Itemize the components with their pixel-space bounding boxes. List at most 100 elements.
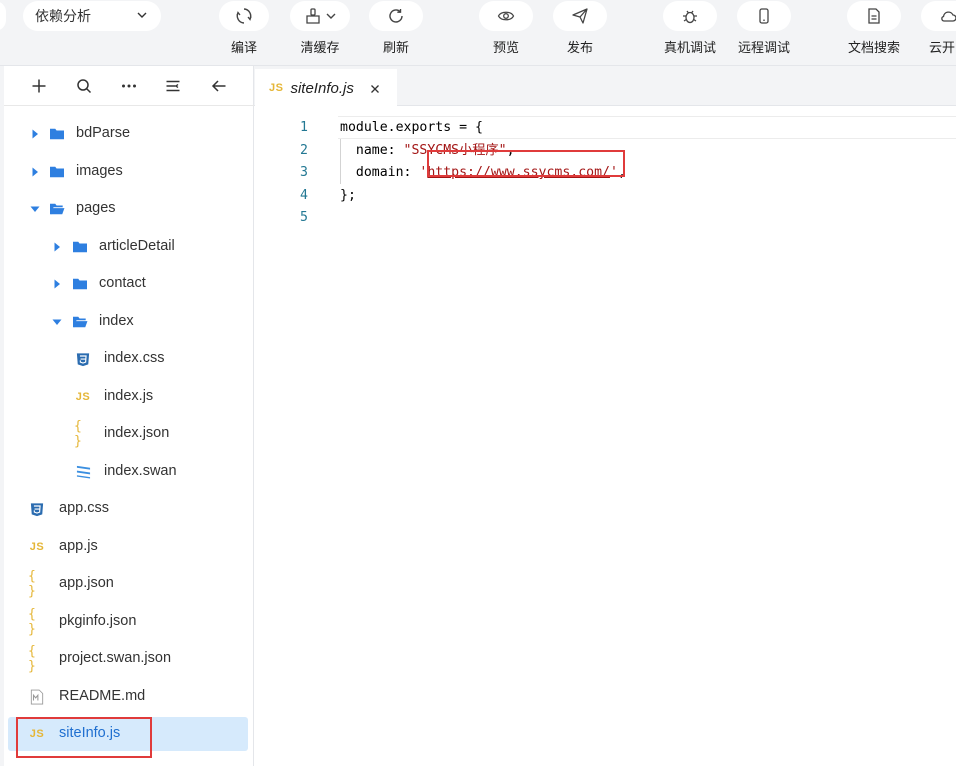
preview-label: 预览: [492, 40, 519, 55]
line-number: 2: [300, 142, 308, 158]
caret-right-icon[interactable]: [52, 242, 62, 252]
tab-siteinfo[interactable]: JS siteInfo.js: [255, 69, 397, 107]
more-dots-icon: [122, 84, 136, 88]
tree-item-label: siteInfo.js: [59, 725, 121, 741]
js-file-icon: JS: [269, 82, 284, 94]
more-actions-button[interactable]: [118, 75, 140, 97]
code-text: name: "SSYCMS小程序",: [340, 139, 515, 162]
arrow-left-icon: [211, 80, 226, 92]
folder-open-icon: [48, 201, 66, 217]
tree-item[interactable]: images: [4, 155, 254, 189]
tab-label: siteInfo.js: [290, 79, 354, 97]
code-string: ': [609, 165, 618, 180]
doc-search-label: 文档搜索: [847, 40, 900, 55]
code-token: };: [340, 187, 356, 203]
code-line: 4};: [254, 184, 956, 207]
toolbar-edge-button[interactable]: [0, 1, 6, 31]
publish-button[interactable]: 发布: [553, 1, 607, 56]
caret-down-icon[interactable]: [52, 317, 62, 327]
cloud-dev-button[interactable]: 云开: [921, 1, 956, 56]
tree-item[interactable]: contact: [4, 267, 254, 301]
js-file-icon: JS: [75, 390, 91, 403]
code-token: ,: [617, 165, 626, 180]
refresh-button[interactable]: 刷新: [369, 1, 423, 56]
code-string: "SSYCMS小程序": [403, 142, 507, 158]
code-text: domain: 'https://www.ssycms.com/',: [340, 161, 626, 184]
folder-open-icon: [71, 314, 89, 330]
folder-icon: [48, 126, 66, 142]
tree-item-label: bdParse: [76, 125, 131, 141]
plus-icon: [32, 79, 46, 93]
tree-item-label: articleDetail: [99, 237, 175, 254]
tree-item[interactable]: index.swan: [4, 455, 254, 489]
broom-icon: [306, 8, 320, 24]
tree-item[interactable]: README.md: [4, 680, 254, 714]
code-text: };: [340, 184, 356, 207]
refresh-label: 刷新: [382, 40, 409, 55]
code-token: ,: [506, 142, 515, 158]
tree-item-label: index.js: [104, 387, 154, 404]
hide-sidebar-button[interactable]: [208, 75, 230, 97]
tree-item-label: index.css: [104, 350, 165, 366]
tree-item[interactable]: { } pkginfo.json: [4, 605, 254, 639]
compile-label: 编译: [230, 40, 257, 55]
tree-item-label: pkginfo.json: [59, 612, 137, 629]
bug-icon: [683, 10, 697, 24]
tree-item[interactable]: articleDetail: [4, 230, 254, 264]
clear-cache-button[interactable]: 清缓存: [290, 1, 350, 56]
tree-item[interactable]: index.css: [4, 342, 254, 376]
compile-button[interactable]: 编译: [219, 1, 269, 56]
preview-button[interactable]: 预览: [479, 1, 533, 56]
code-text: module.exports = {: [340, 116, 483, 139]
tree-item-label: app.json: [59, 575, 114, 591]
code-link[interactable]: https://www.ssycms.com/: [427, 165, 610, 180]
tree-item[interactable]: { } app.json: [4, 567, 254, 601]
send-icon: [572, 8, 588, 24]
close-icon[interactable]: [369, 83, 381, 95]
publish-label: 发布: [566, 40, 593, 55]
tree-item[interactable]: bdParse: [4, 117, 254, 151]
caret-right-icon[interactable]: [30, 129, 40, 139]
css-file-icon: [28, 501, 46, 517]
collapse-all-button[interactable]: [162, 75, 184, 97]
js-file-icon: JS: [29, 540, 45, 553]
refresh-icon: [389, 9, 403, 23]
mode-select-value: 依赖分析: [35, 8, 91, 24]
json-file-icon: { }: [74, 419, 82, 449]
doc-search-button[interactable]: 文档搜索: [847, 1, 901, 56]
device-debug-label: 真机调试: [663, 40, 716, 55]
remote-debug-button[interactable]: 远程调试: [737, 1, 791, 56]
new-file-button[interactable]: [28, 75, 50, 97]
caret-right-icon[interactable]: [30, 167, 40, 177]
tree-item-label: app.css: [59, 500, 109, 516]
cloud-dev-label: 云开: [929, 40, 956, 55]
top-toolbar: 依赖分析 编译 清缓存 刷新 预览 发布 真机调试 远程调试 文档搜索 云开: [0, 0, 956, 66]
tree-item-label: README.md: [59, 687, 146, 704]
caret-right-icon[interactable]: [52, 279, 62, 289]
tree-item[interactable]: pages: [4, 192, 254, 226]
tree-item[interactable]: JS siteInfo.js: [8, 717, 248, 751]
tree-item-label: index.json: [104, 425, 170, 441]
caret-down-icon[interactable]: [30, 204, 40, 214]
tree-item[interactable]: JS app.js: [4, 530, 254, 564]
tree-item[interactable]: { } project.swan.json: [4, 642, 254, 676]
phone-icon: [759, 8, 769, 24]
code-token: domain:: [340, 165, 420, 180]
mode-select[interactable]: 依赖分析: [23, 1, 161, 31]
code-line: 2 name: "SSYCMS小程序",: [254, 139, 956, 162]
js-file-icon: JS: [29, 728, 45, 740]
chevron-down-icon: [326, 13, 336, 19]
tree-item[interactable]: app.css: [4, 492, 254, 526]
tree-item[interactable]: { } index.json: [4, 417, 254, 451]
folder-icon: [71, 276, 89, 292]
tree-item-label: index.swan: [104, 462, 177, 479]
device-debug-button[interactable]: 真机调试: [663, 1, 717, 56]
code-line: 3 domain: 'https://www.ssycms.com/',: [254, 161, 956, 184]
folder-icon: [48, 164, 66, 180]
tree-item[interactable]: JS index.js: [4, 380, 254, 414]
code-token: module.exports = {: [340, 120, 483, 135]
search-files-button[interactable]: [73, 75, 95, 97]
tree-item[interactable]: index: [4, 305, 254, 339]
swan-file-icon: [74, 464, 92, 480]
line-number: 3: [300, 165, 308, 180]
